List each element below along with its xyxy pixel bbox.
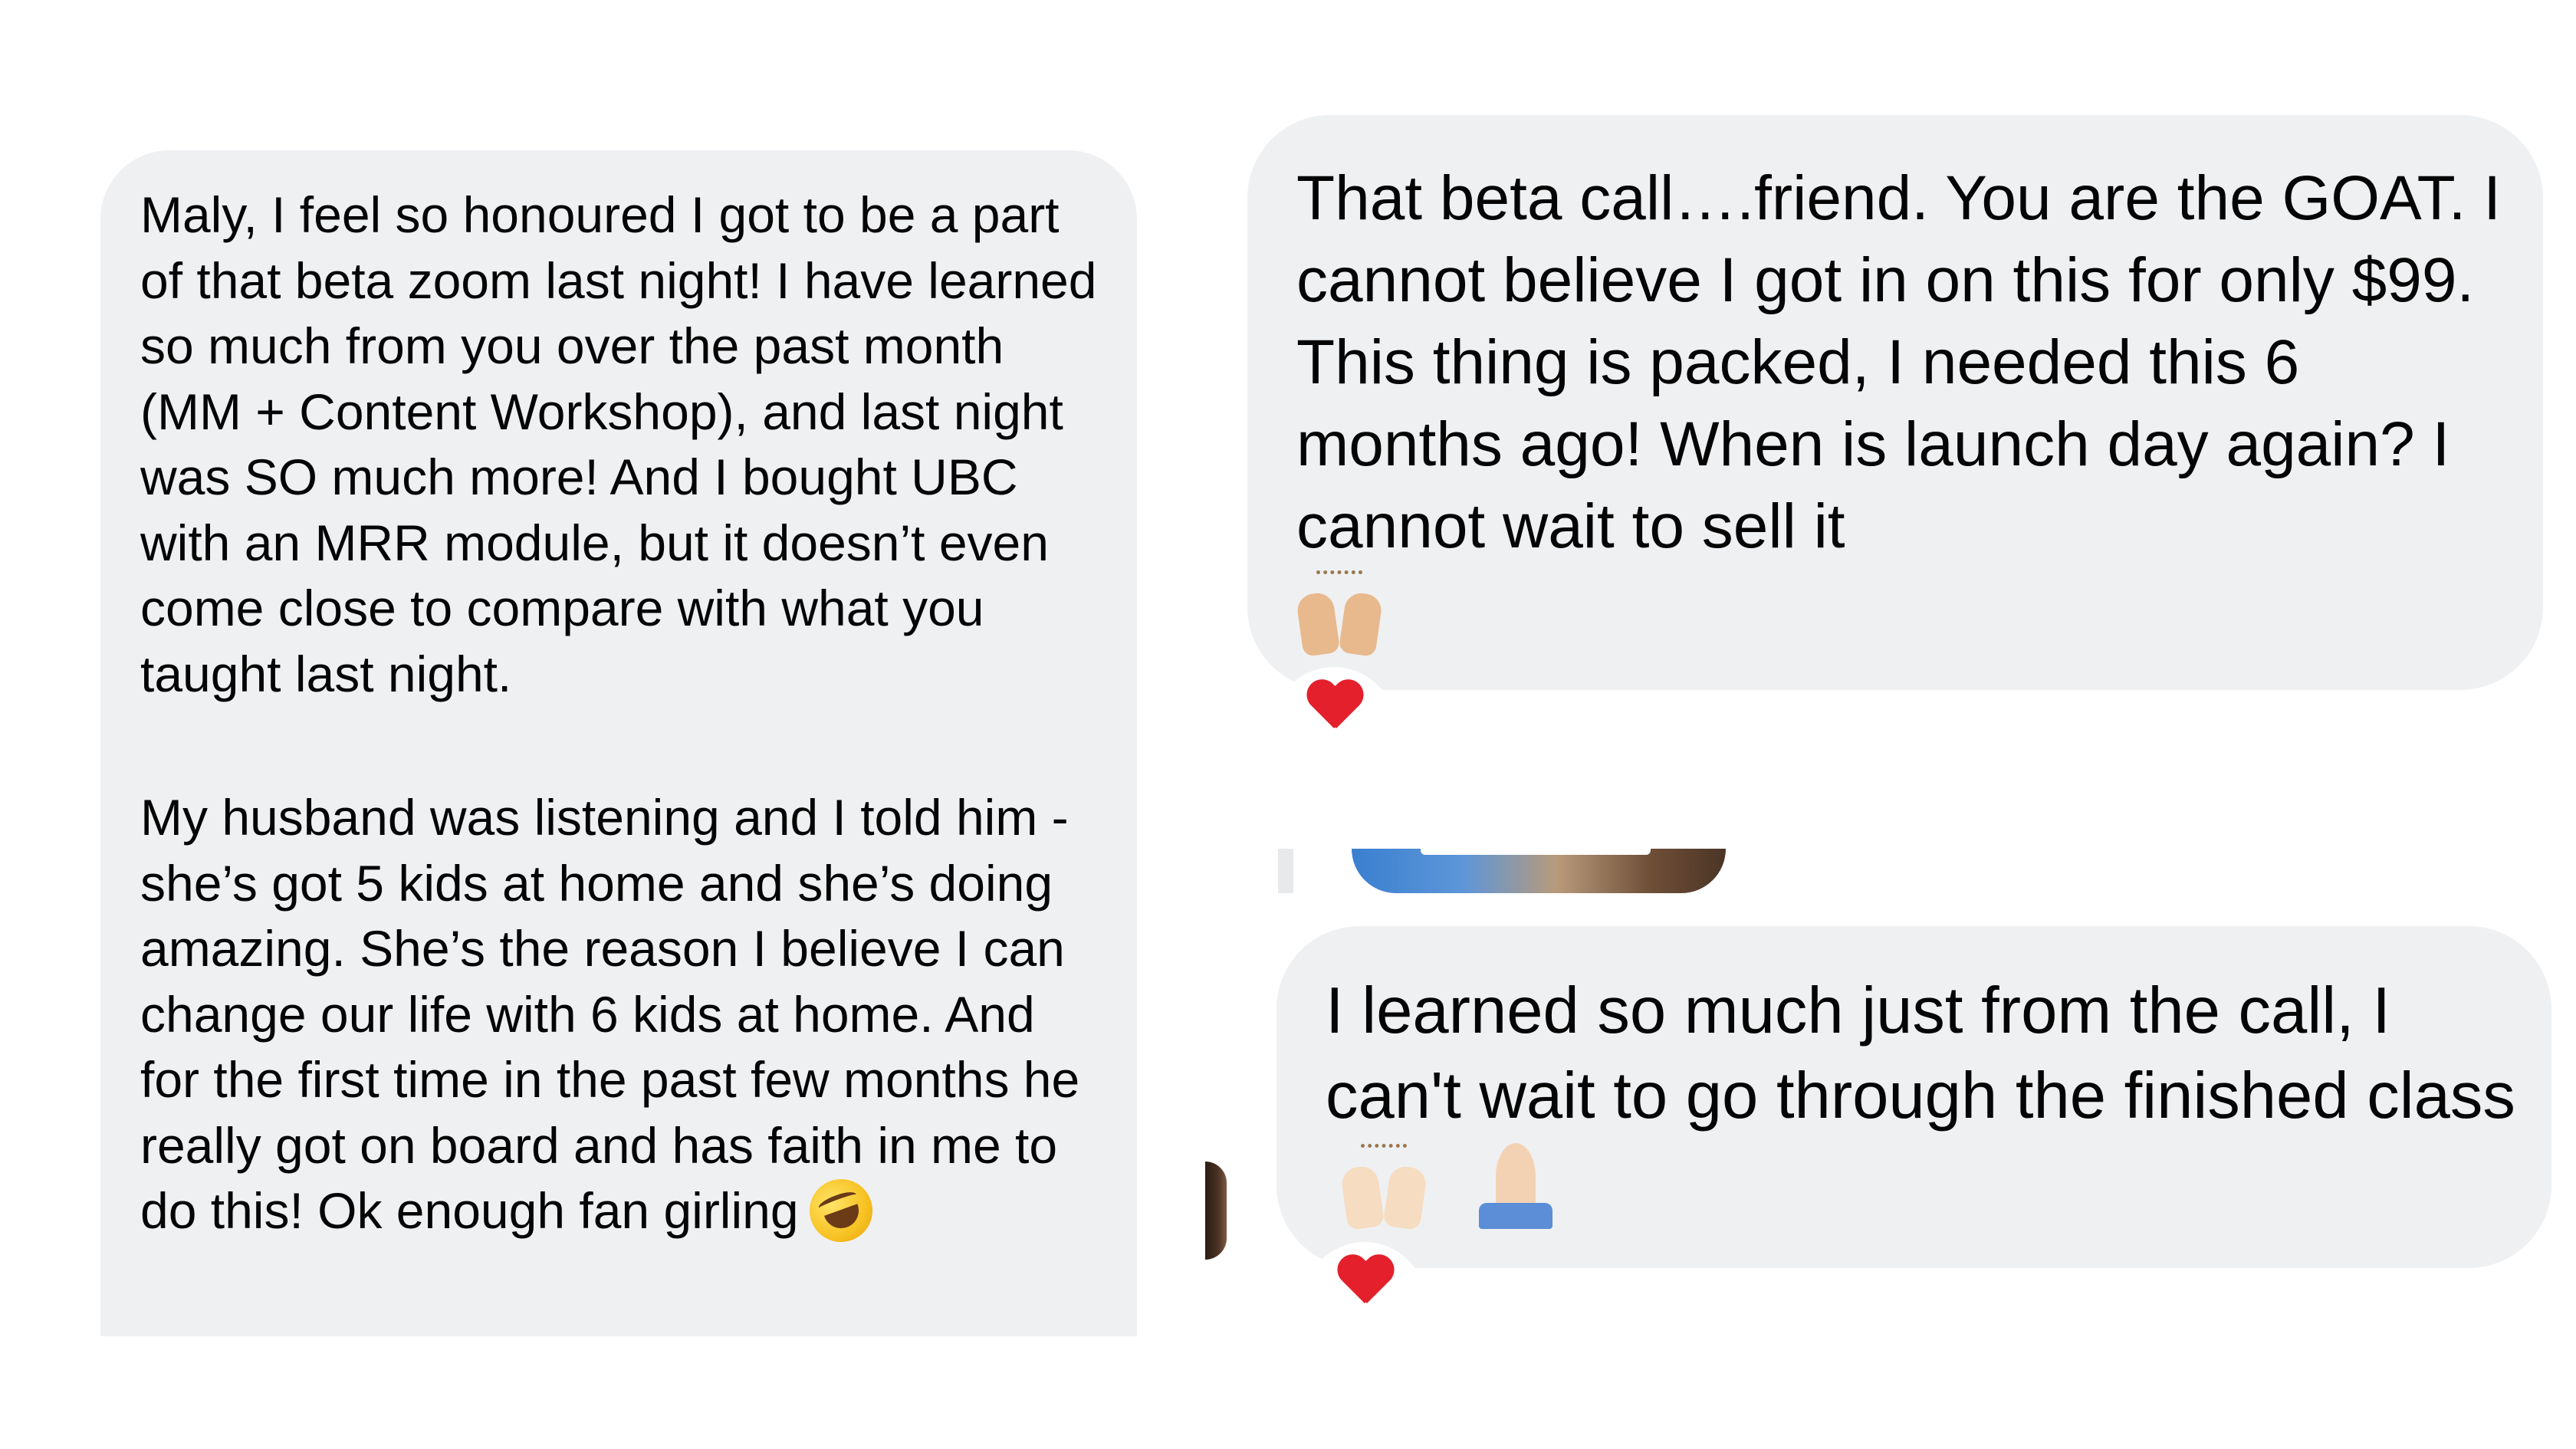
- heart-icon: [1306, 681, 1362, 728]
- message-paragraph-1: Maly, I feel so honoured I got to be a p…: [140, 186, 1097, 702]
- message-text-right-top: That beta call….friend. You are the GOAT…: [1296, 163, 2502, 561]
- laughing-emoji-icon: [800, 1170, 882, 1251]
- sparkle-lines-icon: [1361, 1143, 1407, 1163]
- message-text-right-bottom: I learned so much just from the call, I …: [1326, 974, 2515, 1132]
- sparkle-lines-icon: [1316, 570, 1362, 590]
- folded-hands-emoji-icon: [1473, 1142, 1557, 1229]
- heart-icon: [1336, 1256, 1393, 1303]
- right-hand-icon: [1338, 591, 1384, 658]
- message-bubble-left: Maly, I feel so honoured I got to be a p…: [100, 150, 1137, 1336]
- message-bubble-right-bottom: I learned so much just from the call, I …: [1276, 926, 2551, 1268]
- left-hand-icon: [1295, 591, 1341, 658]
- screenshot-canvas: Maly, I feel so honoured I got to be a p…: [0, 0, 2576, 1449]
- raising-hands-emoji-icon: [1339, 1143, 1428, 1230]
- message-bubble-right-top: That beta call….friend. You are the GOAT…: [1247, 115, 2543, 690]
- right-hand-icon: [1382, 1164, 1428, 1230]
- shared-image-thumbnail[interactable]: [1352, 849, 1726, 893]
- message-edge-remnant: [1278, 849, 1293, 893]
- message-paragraph-2-text: My husband was listening and I told him …: [140, 789, 1080, 1239]
- sender-avatar[interactable]: [1205, 1162, 1227, 1260]
- raising-hands-emoji-icon: [1295, 570, 1384, 658]
- left-hand-icon: [1339, 1164, 1385, 1230]
- message-paragraph-2: My husband was listening and I told him …: [140, 785, 1106, 1251]
